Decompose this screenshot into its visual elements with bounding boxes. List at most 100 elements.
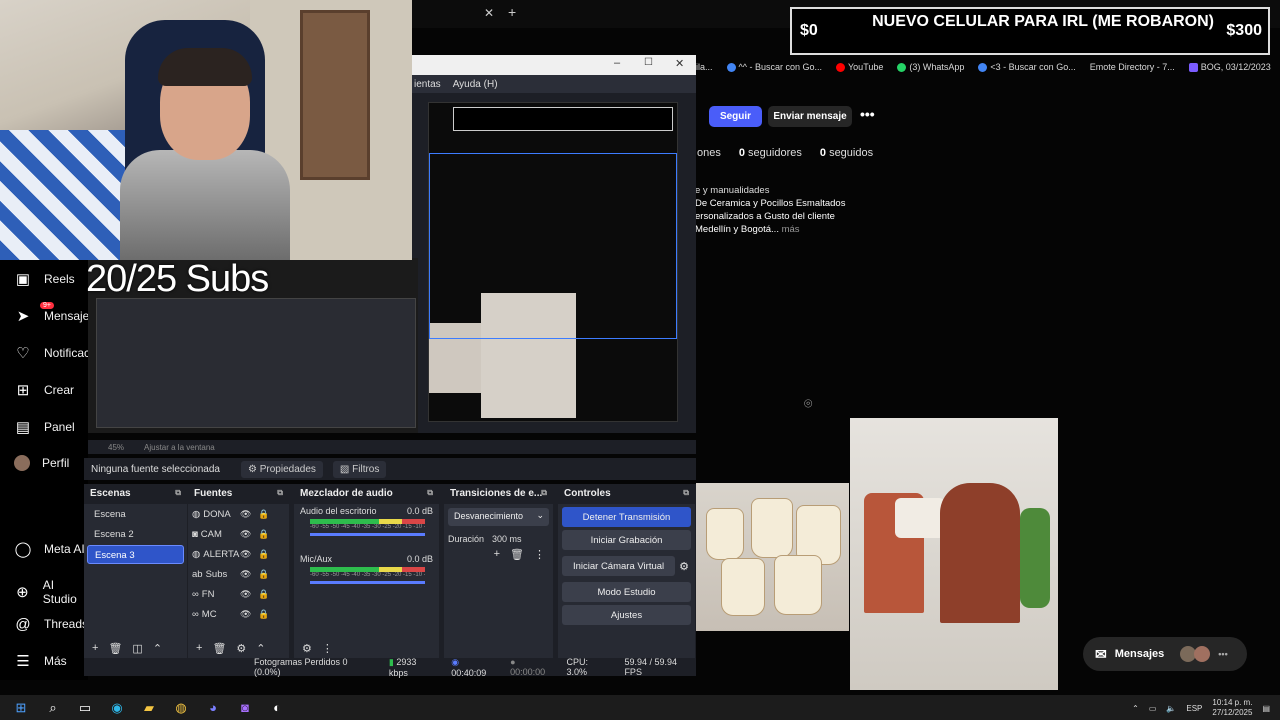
language-indicator[interactable]: ESP <box>1186 704 1202 713</box>
post-thumbnail[interactable] <box>696 483 849 631</box>
notification-icon[interactable]: ▤ <box>1262 704 1270 713</box>
gear-icon[interactable]: ⚙ <box>236 642 246 655</box>
eye-icon[interactable]: 👁 <box>240 609 251 620</box>
add-icon[interactable]: + <box>92 642 98 654</box>
close-icon[interactable]: ✕ <box>675 57 684 70</box>
sidebar-item-ai-studio[interactable]: ⊕ AI Studio <box>14 578 88 606</box>
popout-icon[interactable]: ⧉ <box>683 488 689 498</box>
popout-icon[interactable]: ⧉ <box>427 488 433 498</box>
twitch-icon[interactable]: ◙ <box>234 697 256 719</box>
clock[interactable]: 10:14 p. m. 27/12/2025 <box>1212 698 1252 718</box>
transition-select[interactable]: Desvanecimiento ⌄ <box>448 508 549 526</box>
sidebar-item-panel[interactable]: ▤ Panel <box>14 418 75 436</box>
network-icon[interactable]: ▭ <box>1149 704 1157 713</box>
sidebar-item-profile[interactable]: Perfil <box>14 455 69 471</box>
maximize-icon[interactable]: ☐ <box>644 57 653 68</box>
properties-button[interactable]: ⚙ Propiedades <box>241 460 323 478</box>
stat-posts[interactable]: ones <box>697 147 721 159</box>
scene-item[interactable]: Escena <box>87 505 184 524</box>
bookmark-item[interactable]: BOG, 03/12/2023 <box>1188 62 1271 72</box>
more-options-icon[interactable]: ⋮ <box>534 548 545 561</box>
bookmark-item[interactable]: <3 - Buscar con Go... <box>978 62 1076 72</box>
lock-icon[interactable]: 🔒 <box>258 529 269 540</box>
eye-icon[interactable]: 👁 <box>240 569 251 580</box>
start-virtual-camera-button[interactable]: Iniciar Cámara Virtual <box>562 556 676 576</box>
filter-icon[interactable]: ◫ <box>132 642 142 655</box>
zoom-level[interactable]: 45% <box>108 443 124 452</box>
trash-icon[interactable]: 🗑 <box>510 548 524 561</box>
trash-icon[interactable]: 🗑 <box>108 642 122 655</box>
sidebar-item-create[interactable]: ⊞ Crear <box>14 381 74 399</box>
add-icon[interactable]: + <box>196 642 202 654</box>
eye-icon[interactable]: 👁 <box>240 509 251 520</box>
bookmark-item[interactable]: YouTube <box>836 62 883 72</box>
sidebar-item-messages[interactable]: ➤ 9+ Mensajes <box>14 302 95 325</box>
popout-icon[interactable]: ⧉ <box>541 488 547 498</box>
lock-icon[interactable]: 🔒 <box>258 569 269 580</box>
lock-icon[interactable]: 🔒 <box>258 509 269 520</box>
obs-preview[interactable] <box>412 93 696 433</box>
follow-button[interactable]: Seguir <box>709 106 762 127</box>
trash-icon[interactable]: 🗑 <box>212 642 226 655</box>
sidebar-item-notifications[interactable]: ♡ Notificac <box>14 344 90 362</box>
chevron-up-icon[interactable]: ⌃ <box>1132 704 1139 713</box>
volume-icon[interactable]: 🔈 <box>1166 704 1176 713</box>
menu-tools[interactable]: ientas <box>414 79 441 90</box>
discord-icon[interactable]: ◕ <box>202 697 224 719</box>
bookmark-item[interactable]: (3) WhatsApp <box>897 62 964 72</box>
duration-input[interactable]: 300 ms <box>492 534 522 544</box>
volume-slider[interactable] <box>310 581 425 584</box>
sidebar-item-reels[interactable]: ▣ Reels <box>14 270 75 288</box>
popout-icon[interactable]: ⧉ <box>175 488 181 498</box>
scene-item[interactable]: Escena 2 <box>87 525 184 544</box>
eye-icon[interactable]: 👁 <box>240 589 251 600</box>
sidebar-item-more[interactable]: ☰ Más <box>14 652 66 670</box>
sidebar-item-threads[interactable]: @ Threads <box>14 615 88 633</box>
chrome-icon[interactable]: ◍ <box>170 697 192 719</box>
gear-icon[interactable]: ⚙ <box>679 560 689 573</box>
messages-pill[interactable]: ✉ Mensajes ••• <box>1083 637 1247 671</box>
source-item[interactable]: ◙ CAM 👁 🔒 <box>188 524 289 544</box>
source-item[interactable]: ∞ FN 👁 🔒 <box>188 584 289 604</box>
search-icon[interactable]: ⌕ <box>42 697 64 719</box>
lock-icon[interactable]: 🔒 <box>258 549 269 560</box>
obs-icon[interactable]: ◐ <box>266 697 288 719</box>
post-thumbnail[interactable] <box>850 418 1058 690</box>
source-item[interactable]: ◍ DONA 👁 🔒 <box>188 504 289 524</box>
bookmark-item[interactable]: ^^ - Buscar con Go... <box>726 62 822 72</box>
windows-start-icon[interactable]: ⊞ <box>10 697 32 719</box>
file-explorer-icon[interactable]: ▰ <box>138 697 160 719</box>
more-options-icon[interactable]: ⋮ <box>322 642 333 655</box>
scene-item-selected[interactable]: Escena 3 <box>87 545 184 564</box>
eye-icon[interactable]: 👁 <box>240 529 251 540</box>
start-recording-button[interactable]: Iniciar Grabación <box>562 530 691 550</box>
up-icon[interactable]: ⌃ <box>256 642 265 655</box>
menu-help[interactable]: Ayuda (H) <box>453 79 498 90</box>
stat-followers[interactable]: 0 seguidores <box>739 147 802 159</box>
tab-close-icon[interactable]: ✕ <box>484 6 494 20</box>
settings-button[interactable]: Ajustes <box>562 605 691 625</box>
stat-following[interactable]: 0 seguidos <box>820 147 873 159</box>
eye-icon[interactable]: 👁 <box>240 549 251 560</box>
more-options-icon[interactable]: ••• <box>860 106 875 122</box>
edge-icon[interactable]: ◉ <box>106 697 128 719</box>
add-icon[interactable]: + <box>494 548 500 561</box>
bookmark-item[interactable]: Emote Directory - 7... <box>1090 62 1175 72</box>
source-item[interactable]: ∞ MC 👁 🔒 <box>188 604 289 624</box>
lock-icon[interactable]: 🔒 <box>258 589 269 600</box>
volume-slider[interactable] <box>310 533 425 536</box>
source-item[interactable]: ab Subs 👁 🔒 <box>188 564 289 584</box>
minimize-icon[interactable]: – <box>614 57 620 69</box>
bio-more-link[interactable]: más <box>782 224 800 235</box>
send-message-button[interactable]: Enviar mensaje <box>768 106 852 127</box>
popout-icon[interactable]: ⧉ <box>277 488 283 498</box>
new-tab-icon[interactable]: + <box>508 4 516 20</box>
sidebar-item-meta-ai[interactable]: ◯ Meta AI <box>14 540 85 558</box>
filters-button[interactable]: ▧ Filtros <box>332 460 387 478</box>
source-item[interactable]: ◍ ALERTA 👁 🔒 <box>188 544 289 564</box>
up-icon[interactable]: ⌃ <box>153 642 162 655</box>
studio-mode-button[interactable]: Modo Estudio <box>562 582 691 602</box>
zoom-fit-select[interactable]: Ajustar a la ventana <box>144 443 215 452</box>
stop-streaming-button[interactable]: Detener Transmisión <box>562 507 691 527</box>
lock-icon[interactable]: 🔒 <box>258 609 269 620</box>
